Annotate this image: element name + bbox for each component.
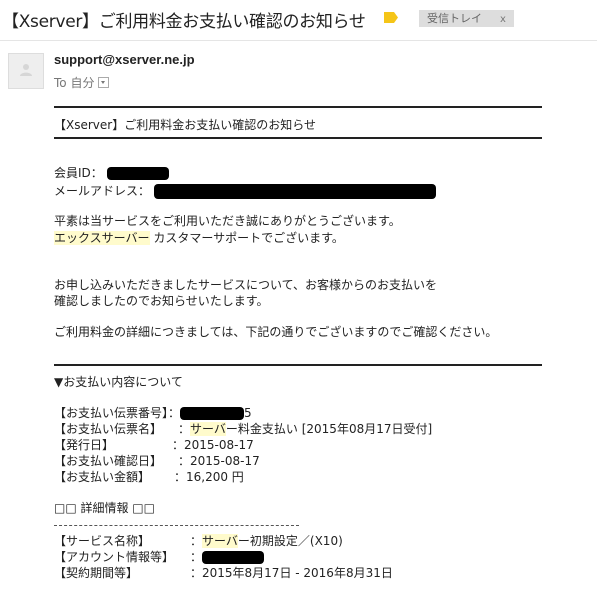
email-address-label: メールアドレス： xyxy=(54,184,151,198)
field-value-prefix: ： xyxy=(178,422,191,436)
recipient-line: To 自分 xyxy=(54,74,110,91)
member-id-line: 会員ID： xyxy=(54,165,169,181)
field-value-rest: ー料金支払い [2015年08月17日受付] xyxy=(225,422,433,436)
field-label: 【お支払い金額】 xyxy=(54,470,151,484)
redacted-member-id xyxy=(106,167,169,180)
field-value-prefix: ： xyxy=(190,534,203,548)
field-value-rest: ー初期設定／(X10) xyxy=(237,534,343,548)
highlighted-term: サーバ xyxy=(202,534,238,548)
field-value: ：2015-08-17 xyxy=(178,454,260,468)
label-tag-icon[interactable] xyxy=(384,12,398,23)
highlighted-term: サーバ xyxy=(190,422,226,436)
body-title: 【Xserver】ご利用料金お支払い確認のお知らせ xyxy=(54,118,316,132)
email-subject: 【Xserver】ご利用料金お支払い確認のお知らせ xyxy=(2,12,366,32)
payment-amount-row: 【お支払い金額】 ：16,200 円 xyxy=(54,469,244,485)
field-value: ：2015年8月17日 - 2016年8月31日 xyxy=(190,566,393,580)
section-title: ▼お支払い内容について xyxy=(54,375,183,389)
issue-date-row: 【発行日】 ：2015-08-17 xyxy=(54,437,254,453)
payment-slip-number-row: 【お支払い伝票番号】： 5 xyxy=(54,405,252,421)
person-icon xyxy=(20,64,32,76)
contract-period-row: 【契約期間等】 ：2015年8月17日 - 2016年8月31日 xyxy=(54,565,393,581)
field-label: 【お支払い伝票番号】： xyxy=(54,406,181,420)
member-id-label: 会員ID： xyxy=(54,166,103,180)
paragraph-line-3: ご利用料金の詳細につきましては、下記の通りでございますのでご確認ください。 xyxy=(54,325,498,339)
divider xyxy=(54,106,542,108)
redacted-email-address xyxy=(153,184,436,199)
field-value: ：サーバー料金支払い [2015年08月17日受付] xyxy=(178,421,432,437)
recipient-text: To 自分 xyxy=(54,76,95,90)
sender-avatar[interactable] xyxy=(8,53,44,89)
field-value: ： xyxy=(190,549,265,565)
greeting-line-1: 平素は当サービスをご利用いただき誠にありがとうございます。 xyxy=(54,214,401,228)
field-label: 【発行日】 xyxy=(54,438,115,452)
field-label: 【お支払い確認日】 xyxy=(54,454,163,468)
dashed-divider xyxy=(54,525,299,526)
divider xyxy=(54,364,542,366)
field-value-prefix: ： xyxy=(190,550,203,564)
inbox-label-text: 受信トレイ xyxy=(427,12,482,25)
sender-email[interactable]: support@xserver.ne.jp xyxy=(54,52,195,67)
field-label: 【サービス名称】 xyxy=(54,534,151,548)
detail-section-title: □□ 詳細情報 □□ xyxy=(54,501,155,515)
field-label: 【アカウント情報等】 xyxy=(54,550,175,564)
inbox-label-chip[interactable]: 受信トレイ x xyxy=(419,10,514,27)
greeting-line-2-rest: カスタマーサポートでございます。 xyxy=(149,231,344,245)
payment-confirm-date-row: 【お支払い確認日】 ：2015-08-17 xyxy=(54,453,260,469)
company-name: エックスサーバー xyxy=(54,231,150,245)
email-address-line: メールアドレス： xyxy=(54,183,436,199)
field-label: 【お支払い伝票名】 xyxy=(54,422,163,436)
redacted-slip-number xyxy=(180,407,245,420)
email-header: 【Xserver】ご利用料金お支払い確認のお知らせ 受信トレイ x xyxy=(0,0,597,41)
service-name-row: 【サービス名称】 ：サーバー初期設定／(X10) xyxy=(54,533,343,549)
show-details-dropdown-icon[interactable] xyxy=(98,77,110,88)
field-value: ：16,200 円 xyxy=(174,470,244,484)
divider xyxy=(54,137,542,139)
paragraph-line-2: 確認しましたのでお知らせいたします。 xyxy=(54,294,269,308)
field-label: 【契約期間等】 xyxy=(54,566,139,580)
account-info-row: 【アカウント情報等】 ： xyxy=(54,549,265,565)
greeting-line-2: エックスサーバー カスタマーサポートでございます。 xyxy=(54,230,344,246)
payment-slip-name-row: 【お支払い伝票名】 ：サーバー料金支払い [2015年08月17日受付] xyxy=(54,421,432,437)
field-value: ：サーバー初期設定／(X10) xyxy=(190,533,343,549)
remove-label-button[interactable]: x xyxy=(500,14,506,25)
redacted-account-info xyxy=(202,551,265,564)
field-value: 5 xyxy=(244,406,252,420)
paragraph-line-1: お申し込みいただきましたサービスについて、お客様からのお支払いを xyxy=(54,278,438,292)
field-value: ：2015-08-17 xyxy=(172,438,254,452)
